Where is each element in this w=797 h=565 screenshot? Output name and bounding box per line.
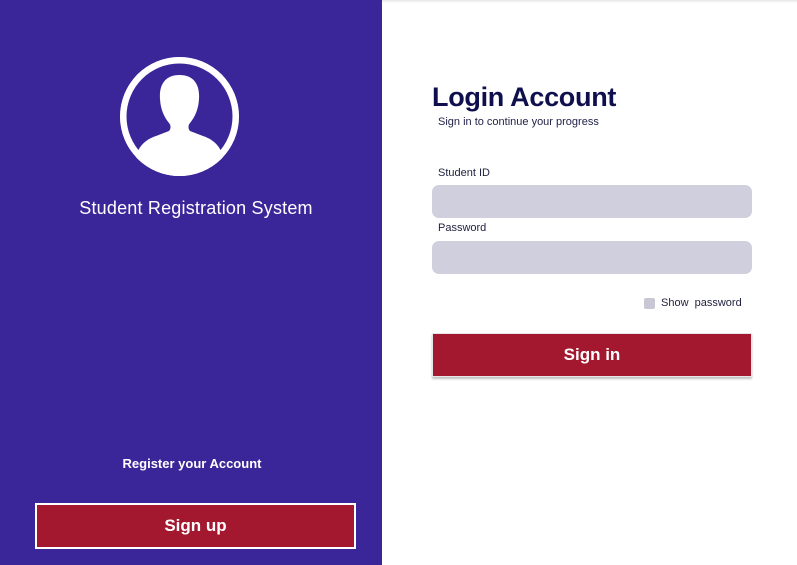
- system-title: Student Registration System: [79, 198, 313, 218]
- top-divider: [382, 0, 797, 3]
- student-id-input[interactable]: [432, 185, 752, 218]
- sign-up-button[interactable]: Sign up: [35, 503, 356, 549]
- password-label: Password: [438, 222, 487, 234]
- user-avatar-icon: [120, 57, 239, 176]
- login-title: Login Account: [432, 82, 617, 112]
- password-input[interactable]: [432, 241, 752, 274]
- login-subtitle: Sign in to continue your progress: [438, 116, 599, 128]
- show-password-toggle[interactable]: Show password: [644, 297, 742, 309]
- left-panel: Student Registration System Register you…: [0, 0, 382, 565]
- show-password-label: Show password: [661, 297, 742, 309]
- register-prompt: Register your Account: [122, 456, 262, 471]
- show-password-checkbox[interactable]: [644, 297, 655, 309]
- student-id-label: Student ID: [438, 167, 490, 179]
- sign-in-button[interactable]: Sign in: [432, 333, 752, 377]
